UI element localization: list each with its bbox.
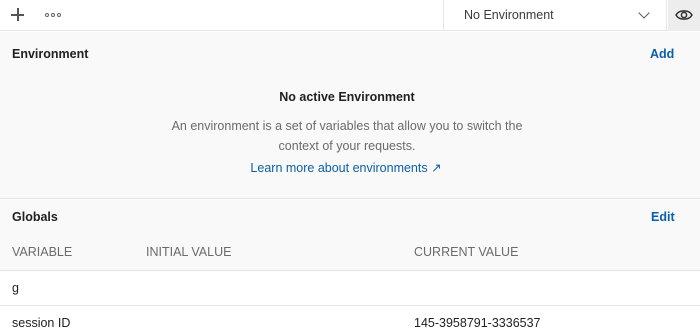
environment-section: Environment Add No active Environment An…	[0, 32, 700, 199]
edit-globals-button[interactable]: Edit	[651, 210, 675, 224]
plus-icon[interactable]	[8, 5, 28, 25]
table-row: session ID 145-3958791-3336537	[0, 305, 700, 336]
column-header-initial-value: INITIAL VALUE	[146, 245, 232, 259]
learn-more-link[interactable]: Learn more about environments ↗	[0, 160, 692, 175]
column-header-variable: VARIABLE	[12, 245, 73, 259]
eye-icon[interactable]	[668, 0, 700, 31]
environment-selector[interactable]: No Environment	[443, 0, 667, 31]
chevron-down-icon	[638, 7, 650, 19]
top-toolbar: No Environment	[0, 0, 700, 31]
add-environment-button[interactable]: Add	[650, 47, 674, 61]
column-header-current-value: CURRENT VALUE	[414, 245, 519, 259]
table-row: g	[0, 270, 700, 305]
empty-state-description: An environment is a set of variables tha…	[171, 119, 523, 153]
current-value-cell: 145-3958791-3336537	[414, 316, 541, 330]
more-horizontal-icon[interactable]	[42, 5, 64, 25]
variable-cell: g	[12, 281, 19, 295]
environment-section-title: Environment	[12, 47, 89, 61]
variable-cell: session ID	[12, 316, 71, 330]
empty-state-title: No active Environment	[279, 90, 415, 104]
globals-section-title: Globals	[12, 210, 58, 224]
environment-selector-label: No Environment	[464, 8, 554, 22]
globals-section: Globals Edit VARIABLE INITIAL VALUE CURR…	[0, 200, 700, 336]
